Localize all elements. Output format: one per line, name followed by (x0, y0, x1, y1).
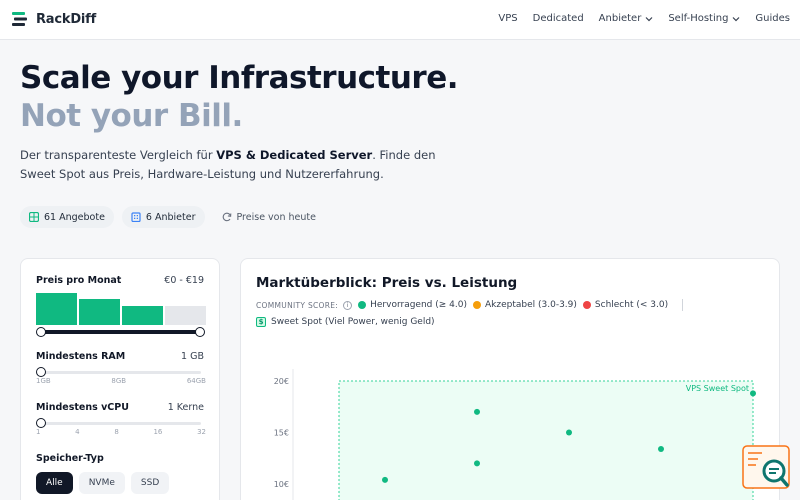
vcpu-slider-ticks: 1 4 8 16 32 (36, 428, 206, 436)
chevron-down-icon (645, 16, 653, 21)
scatter-point (566, 429, 572, 436)
nav-link-dedicated[interactable]: Dedicated (533, 13, 584, 24)
brand-logo[interactable]: RackDiff (12, 11, 96, 27)
price-range-track[interactable] (41, 330, 201, 334)
price-histogram-bar (165, 305, 206, 325)
ram-filter-label: Mindestens RAM (36, 351, 126, 362)
price-filter-header: Preis pro Monat €0 - €19 (36, 275, 204, 286)
vcpu-filter-label: Mindestens vCPU (36, 402, 129, 413)
price-histogram-bar (122, 305, 163, 325)
sweet-spot-region-label: VPS Sweet Spot (686, 384, 749, 393)
scatter-point (750, 390, 756, 397)
storage-filter-header: Speicher-Typ (36, 453, 204, 464)
nav-link-vps[interactable]: VPS (498, 13, 517, 24)
y-tick-label: 20€ (274, 377, 289, 386)
storage-type-options: Alle NVMe SSD (36, 472, 175, 494)
sweet-spot-region (338, 380, 754, 500)
scatter-point (474, 408, 480, 415)
vcpu-slider-track[interactable] (41, 422, 201, 425)
offers-count-badge: 61 Angebote (20, 206, 114, 228)
stats-bar: 61 Angebote 6 Anbieter Preise von heute (20, 206, 333, 228)
nav-link-guides[interactable]: Guides (755, 13, 790, 24)
price-performance-scatter: VPS Sweet Spot 20€ 15€ 10€ (274, 369, 756, 500)
hero-title-line1: Scale your Infrastructure. (20, 60, 459, 96)
scatter-point (382, 476, 388, 483)
nav-link-self-hosting[interactable]: Self-Hosting (668, 13, 740, 24)
storage-option-all[interactable]: Alle (36, 472, 73, 494)
nav-link-anbieter[interactable]: Anbieter (599, 13, 654, 24)
y-tick-label: 10€ (274, 480, 289, 489)
ram-slider-handle[interactable] (36, 367, 46, 377)
price-max-handle[interactable] (195, 327, 205, 337)
ram-filter-header: Mindestens RAM 1 GB (36, 351, 204, 362)
price-filter-value: €0 - €19 (164, 275, 204, 286)
hero-title-line2: Not your Bill. (20, 98, 243, 134)
ram-slider-ticks: 1GB 8GB 64GB (36, 377, 206, 385)
brand-name: RackDiff (36, 11, 97, 27)
ram-filter-value: 1 GB (181, 351, 204, 362)
top-nav: RackDiff VPS Dedicated Anbieter Self-Hos… (0, 0, 800, 40)
scatter-point (658, 445, 664, 452)
chevron-down-icon (732, 16, 740, 21)
hero-lead: Der transparenteste Vergleich für VPS & … (20, 148, 436, 181)
vcpu-slider-handle[interactable] (36, 418, 46, 428)
prices-updated-badge: Preise von heute (213, 206, 326, 228)
providers-count-badge: 6 Anbieter (121, 206, 205, 228)
price-histogram (36, 293, 206, 325)
price-filter-label: Preis pro Monat (36, 275, 122, 286)
vcpu-filter-value: 1 Kerne (167, 402, 204, 413)
market-overview-card: Marktüberblick: Preis vs. Leistung COMMU… (240, 258, 780, 500)
storage-filter-label: Speicher-Typ (36, 453, 104, 464)
storage-option-nvme[interactable]: NVMe (78, 472, 125, 494)
storage-option-ssd[interactable]: SSD (130, 472, 170, 494)
price-histogram-bar (79, 298, 120, 325)
rackdiff-logo-icon (12, 12, 27, 26)
refresh-icon (222, 212, 231, 222)
filter-panel: Preis pro Monat €0 - €19 Mindestens RAM … (20, 258, 220, 500)
y-tick-label: 15€ (274, 429, 289, 438)
scatter-point (474, 460, 480, 467)
building-icon (131, 212, 141, 222)
ram-slider-track[interactable] (41, 371, 201, 374)
feedback-search-widget-icon[interactable] (742, 445, 790, 489)
price-min-handle[interactable] (36, 327, 46, 337)
vcpu-filter-header: Mindestens vCPU 1 Kerne (36, 402, 204, 413)
price-histogram-bar (36, 293, 77, 325)
grid-icon (29, 212, 39, 222)
